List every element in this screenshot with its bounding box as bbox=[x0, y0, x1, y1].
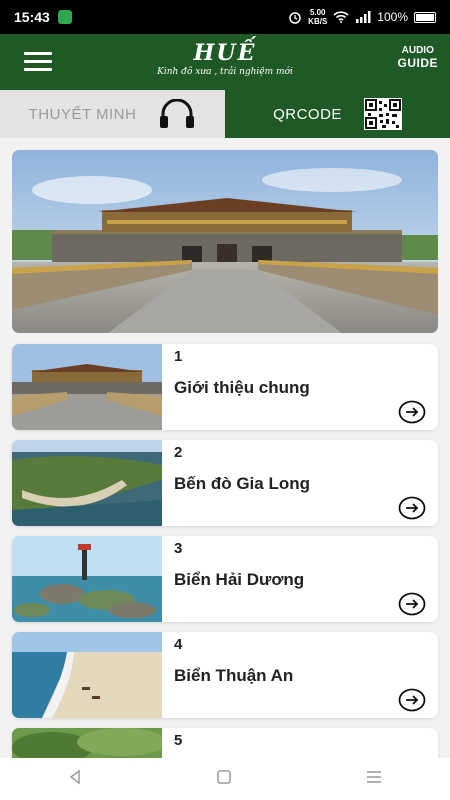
place-thumbnail bbox=[12, 728, 162, 758]
place-number: 3 bbox=[174, 540, 183, 557]
place-card-2[interactable]: 2 Bến đò Gia Long bbox=[12, 440, 438, 526]
place-name: Bến đò Gia Long bbox=[174, 474, 310, 493]
qrcode-icon bbox=[363, 98, 402, 130]
place-card-4[interactable]: 4 Biển Thuận An bbox=[12, 632, 438, 718]
place-number: 5 bbox=[174, 732, 183, 749]
signal-icon bbox=[356, 11, 371, 23]
back-icon[interactable] bbox=[67, 769, 83, 790]
place-number: 2 bbox=[174, 444, 183, 461]
headphones-icon bbox=[160, 99, 195, 128]
guide-label: GUIDE bbox=[397, 56, 438, 70]
arrow-right-circle-icon[interactable] bbox=[398, 688, 426, 712]
place-list[interactable]: 1 Giới thiệu chung 2 Bến đò Gia Long 3 B… bbox=[0, 138, 450, 758]
place-name: Giới thiệu chung bbox=[174, 378, 310, 397]
arrow-right-circle-icon[interactable] bbox=[398, 592, 426, 616]
tab-qrcode[interactable]: QRCODE bbox=[225, 90, 450, 138]
tab-thuyet-minh-label: THUYẾT MINH bbox=[28, 105, 137, 123]
mode-tabs: THUYẾT MINH QRCODE bbox=[0, 90, 450, 138]
app-title: HUẾ bbox=[193, 40, 257, 66]
app-logo: HUẾ Kinh đô xưa , trải nghiệm mới bbox=[0, 40, 450, 77]
network-speed: 5.00 KB/S bbox=[308, 8, 328, 26]
place-name: Biển Hải Dương bbox=[174, 570, 305, 589]
alarm-icon bbox=[289, 12, 301, 24]
app-notification-icon bbox=[57, 10, 72, 24]
home-icon[interactable] bbox=[216, 769, 232, 790]
status-time: 15:43 bbox=[14, 9, 50, 25]
place-number: 4 bbox=[174, 636, 183, 653]
hero-image bbox=[12, 150, 438, 333]
battery-icon bbox=[414, 11, 436, 23]
system-nav-bar bbox=[0, 758, 450, 800]
place-number: 1 bbox=[174, 348, 183, 365]
tab-qrcode-label: QRCODE bbox=[273, 105, 342, 123]
battery-percent: 100% bbox=[377, 10, 408, 24]
audio-guide-button[interactable]: AUDIO GUIDE bbox=[397, 44, 438, 70]
place-thumbnail bbox=[12, 536, 162, 622]
recents-icon[interactable] bbox=[365, 769, 383, 790]
place-thumbnail bbox=[12, 344, 162, 430]
place-card-3[interactable]: 3 Biển Hải Dương bbox=[12, 536, 438, 622]
tab-thuyet-minh[interactable]: THUYẾT MINH bbox=[0, 90, 225, 138]
wifi-icon bbox=[333, 11, 349, 23]
place-card-5[interactable]: 5 bbox=[12, 728, 438, 758]
place-thumbnail bbox=[12, 632, 162, 718]
place-card-1[interactable]: 1 Giới thiệu chung bbox=[12, 344, 438, 430]
arrow-right-circle-icon[interactable] bbox=[398, 496, 426, 520]
app-slogan: Kinh đô xưa , trải nghiệm mới bbox=[157, 67, 293, 77]
status-bar: 15:43 5.00 KB/S 100% bbox=[0, 0, 450, 34]
place-thumbnail bbox=[12, 440, 162, 526]
place-name: Biển Thuận An bbox=[174, 666, 294, 685]
app-header: HUẾ Kinh đô xưa , trải nghiệm mới AUDIO … bbox=[0, 34, 450, 90]
arrow-right-circle-icon[interactable] bbox=[398, 400, 426, 424]
